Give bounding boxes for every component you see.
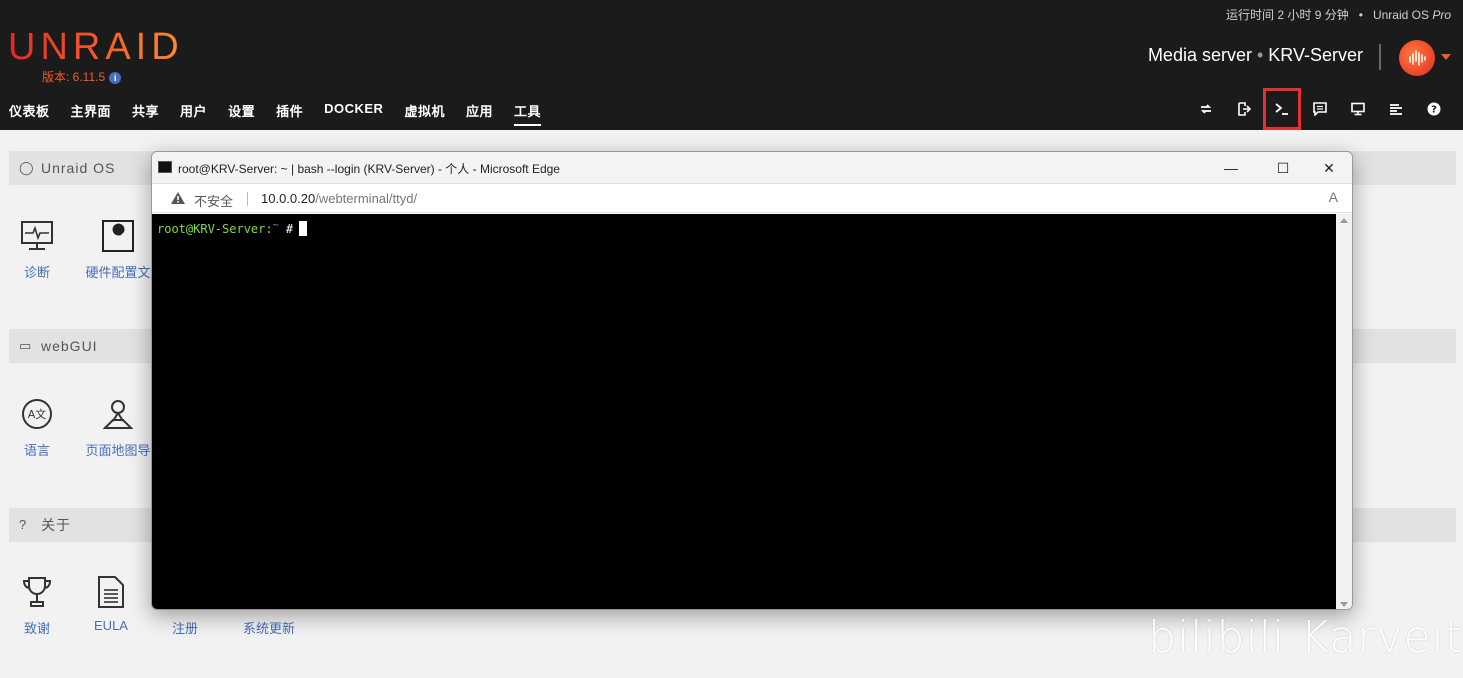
server-name: Media server • KRV-Server [1148, 45, 1363, 66]
separator-dot: • [1256, 45, 1264, 65]
tile-label: 页面地图导 [85, 443, 151, 458]
main-nav: 仪表板 主界面 共享 用户 设置 插件 DOCKER 虚拟机 应用 工具 [9, 101, 562, 126]
divider [1379, 44, 1381, 70]
shell-prompt: root@KRV-Server:~ # [157, 220, 308, 236]
monitor-icon: ▭ [19, 338, 33, 353]
tile-label: 致谢 [23, 621, 50, 636]
bilibili-watermark: bilibili Karveit [1148, 612, 1463, 663]
prompt-user-host: root@KRV-Server: [157, 222, 273, 236]
chevron-down-icon[interactable] [1441, 54, 1451, 60]
nav-main[interactable]: 主界面 [71, 101, 112, 126]
scroll-down-icon[interactable] [1340, 602, 1348, 607]
tile-label: 注册 [171, 621, 198, 636]
nav-tools[interactable]: 工具 [513, 101, 541, 126]
nav-apps[interactable]: 应用 [466, 101, 493, 126]
tile-page-map[interactable]: 页面地图导 [83, 396, 153, 459]
server-description: Media server [1147, 45, 1252, 65]
terminal-app-icon [158, 161, 172, 173]
scrollbar[interactable] [1336, 214, 1352, 609]
read-aloud-icon[interactable]: A [1329, 189, 1338, 205]
tile-eula[interactable]: EULA [71, 574, 151, 633]
header-bar: 运行时间 2 小时 9 分钟 • Unraid OS Pro UNRAID 版本… [0, 0, 1463, 130]
url-text[interactable]: 10.0.0.20/webterminal/ttyd/ [261, 191, 417, 206]
trophy-icon [19, 574, 55, 610]
svg-text:A文: A文 [28, 407, 47, 421]
tile-language[interactable]: A文 语言 [0, 396, 77, 459]
nav-vms[interactable]: 虚拟机 [404, 101, 445, 126]
section-title: 关于 [41, 517, 71, 533]
warning-icon[interactable] [170, 191, 186, 210]
version-label[interactable]: 版本: 6.11.5 i [42, 68, 122, 85]
language-icon: A文 [19, 396, 55, 432]
version-text: 版本: 6.11.5 [42, 70, 106, 84]
unraid-logo[interactable]: UNRAID [8, 26, 184, 69]
document-icon [93, 574, 129, 610]
nav-dashboard[interactable]: 仪表板 [9, 101, 50, 126]
nav-settings[interactable]: 设置 [228, 101, 255, 126]
map-pin-icon [100, 396, 136, 432]
divider [247, 192, 248, 206]
tile-label: 诊断 [23, 265, 50, 280]
section-title: webGUI [41, 338, 98, 354]
help-icon[interactable]: ? [1415, 88, 1453, 130]
diagnostics-icon [19, 218, 55, 254]
uptime-status: 运行时间 2 小时 9 分钟 • Unraid OS Pro [1226, 6, 1451, 23]
feedback-icon[interactable] [1301, 88, 1339, 130]
info-icon[interactable]: i [109, 72, 122, 84]
tile-label: 语言 [23, 443, 50, 458]
text-cursor [299, 221, 308, 236]
wrench-icon [100, 218, 136, 254]
terminal-screen[interactable]: root@KRV-Server:~ # [152, 214, 1336, 609]
url-path: /webterminal/ttyd/ [315, 191, 418, 206]
edge-window[interactable]: root@KRV-Server: ~ | bash --login (KRV-S… [151, 151, 1353, 610]
scroll-up-icon[interactable] [1340, 218, 1348, 223]
tile-label: EULA [94, 618, 128, 633]
prompt-dir: ~ [272, 220, 279, 231]
address-bar[interactable]: 不安全 10.0.0.20/webterminal/ttyd/ A [152, 183, 1352, 213]
window-titlebar[interactable]: root@KRV-Server: ~ | bash --login (KRV-S… [152, 152, 1352, 183]
waveform-icon [1409, 50, 1426, 66]
nav-plugins[interactable]: 插件 [276, 101, 303, 126]
uptime-text: 运行时间 2 小时 9 分钟 [1226, 8, 1349, 22]
tile-label: 系统更新 [242, 621, 295, 636]
minimize-button[interactable]: — [1211, 156, 1251, 180]
tile-diagnostics[interactable]: 诊断 [0, 218, 77, 281]
edition-type: Pro [1432, 8, 1451, 22]
log-icon[interactable] [1377, 88, 1415, 130]
server-hostname: KRV-Server [1268, 45, 1363, 65]
maximize-button[interactable]: ☐ [1263, 156, 1303, 180]
nav-users[interactable]: 用户 [180, 101, 207, 126]
insecure-label[interactable]: 不安全 [194, 191, 233, 210]
tile-hardware-profile[interactable]: 硬件配置文 [83, 218, 153, 281]
terminal-icon[interactable] [1263, 88, 1301, 130]
reboot-icon[interactable] [1187, 88, 1225, 130]
edition-label: Unraid OS [1372, 8, 1429, 22]
close-button[interactable]: ✕ [1309, 156, 1349, 180]
tile-credits[interactable]: 致谢 [0, 574, 77, 637]
avatar[interactable] [1399, 40, 1435, 76]
nav-docker[interactable]: DOCKER [324, 101, 383, 126]
separator-dot: • [1358, 8, 1363, 22]
svg-text:?: ? [1431, 105, 1437, 116]
os-icon: ◯ [19, 160, 35, 175]
toolbar: ? [1187, 88, 1453, 130]
url-host: 10.0.0.20 [261, 191, 316, 206]
section-title: Unraid OS [41, 160, 116, 176]
tile-label: 硬件配置文 [85, 265, 151, 280]
prompt-symbol: # [285, 222, 294, 236]
window-title: root@KRV-Server: ~ | bash --login (KRV-S… [178, 162, 560, 176]
nav-shares[interactable]: 共享 [132, 101, 159, 126]
logout-icon[interactable] [1225, 88, 1263, 130]
screen-icon[interactable] [1339, 88, 1377, 130]
question-icon: ? [19, 517, 28, 532]
